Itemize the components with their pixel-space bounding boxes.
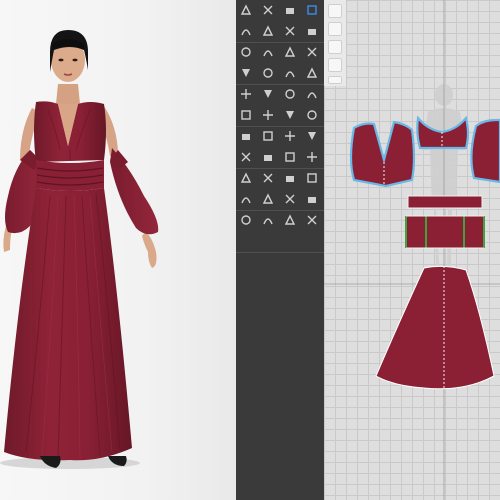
- toolbar-divider: [236, 252, 324, 253]
- trim-icon[interactable]: [240, 193, 252, 205]
- free-sewing-icon[interactable]: [262, 88, 274, 100]
- circle-icon[interactable]: [284, 25, 296, 37]
- seam-check-icon[interactable]: [284, 88, 296, 100]
- more-icon[interactable]: [328, 76, 342, 84]
- toolbar-divider: [236, 84, 324, 85]
- waistband-panels: [405, 215, 485, 249]
- waistband-strip: [407, 195, 483, 209]
- front-bodice-piece: [349, 120, 416, 188]
- 3d-viewport[interactable]: [0, 0, 236, 500]
- rectangle-icon[interactable]: [262, 25, 274, 37]
- mirror-icon[interactable]: [306, 67, 318, 79]
- strain-map-icon[interactable]: [284, 214, 296, 226]
- topstitch-icon[interactable]: [284, 151, 296, 163]
- select-mesh-icon[interactable]: [306, 4, 318, 16]
- toolbar-divider: [236, 42, 324, 43]
- internal-polygon-icon[interactable]: [306, 25, 318, 37]
- brush-icon[interactable]: [328, 4, 342, 18]
- elastic-icon[interactable]: [262, 151, 274, 163]
- toolbar-divider: [236, 168, 324, 169]
- fit-map-icon[interactable]: [262, 214, 274, 226]
- add-point-icon[interactable]: [284, 46, 296, 58]
- tool-palette: [236, 0, 324, 500]
- piping-icon[interactable]: [284, 193, 296, 205]
- texture-icon[interactable]: [240, 130, 252, 142]
- toolbar-divider: [236, 210, 324, 211]
- avatar-icon[interactable]: [306, 193, 318, 205]
- neck: [56, 84, 80, 104]
- sewing-icon[interactable]: [240, 88, 252, 100]
- color-icon[interactable]: [328, 40, 342, 54]
- cut-icon[interactable]: [306, 46, 318, 58]
- layer-icon[interactable]: [306, 109, 318, 121]
- annotation-icon[interactable]: [262, 172, 274, 184]
- 2d-side-toolbar: [324, 0, 346, 86]
- zipper-icon[interactable]: [240, 151, 252, 163]
- pattern-canvas[interactable]: [324, 0, 500, 500]
- waistband: [36, 160, 104, 191]
- curve-point-icon[interactable]: [262, 46, 274, 58]
- front-bodice-piece-right: [470, 118, 500, 184]
- fold-icon[interactable]: [262, 109, 274, 121]
- graphic-icon[interactable]: [262, 130, 274, 142]
- arrange-icon[interactable]: [284, 109, 296, 121]
- transform-icon[interactable]: [240, 4, 252, 16]
- buttonhole-icon[interactable]: [306, 130, 318, 142]
- button-icon[interactable]: [284, 130, 296, 142]
- hanger-icon[interactable]: [240, 214, 252, 226]
- tack-icon[interactable]: [306, 88, 318, 100]
- edit-point-icon[interactable]: [262, 4, 274, 16]
- puckering-icon[interactable]: [306, 151, 318, 163]
- texture-icon[interactable]: [328, 58, 342, 72]
- fabric-icon[interactable]: [328, 22, 342, 36]
- pressure-icon[interactable]: [306, 214, 318, 226]
- toolbar-divider: [236, 126, 324, 127]
- rotate-icon[interactable]: [284, 67, 296, 79]
- segment-icon[interactable]: [284, 4, 296, 16]
- pin-icon[interactable]: [240, 109, 252, 121]
- ruler-icon[interactable]: [306, 172, 318, 184]
- shirring-icon[interactable]: [262, 193, 274, 205]
- 2d-pattern-window[interactable]: [324, 0, 500, 500]
- measure-icon[interactable]: [284, 172, 296, 184]
- text-icon[interactable]: [240, 172, 252, 184]
- dart-icon[interactable]: [240, 46, 252, 58]
- trace-icon[interactable]: [240, 67, 252, 79]
- polygon-icon[interactable]: [240, 25, 252, 37]
- right-hand: [142, 232, 157, 268]
- offset-icon[interactable]: [262, 67, 274, 79]
- avatar-render: [0, 30, 159, 469]
- skirt-piece: [375, 265, 495, 390]
